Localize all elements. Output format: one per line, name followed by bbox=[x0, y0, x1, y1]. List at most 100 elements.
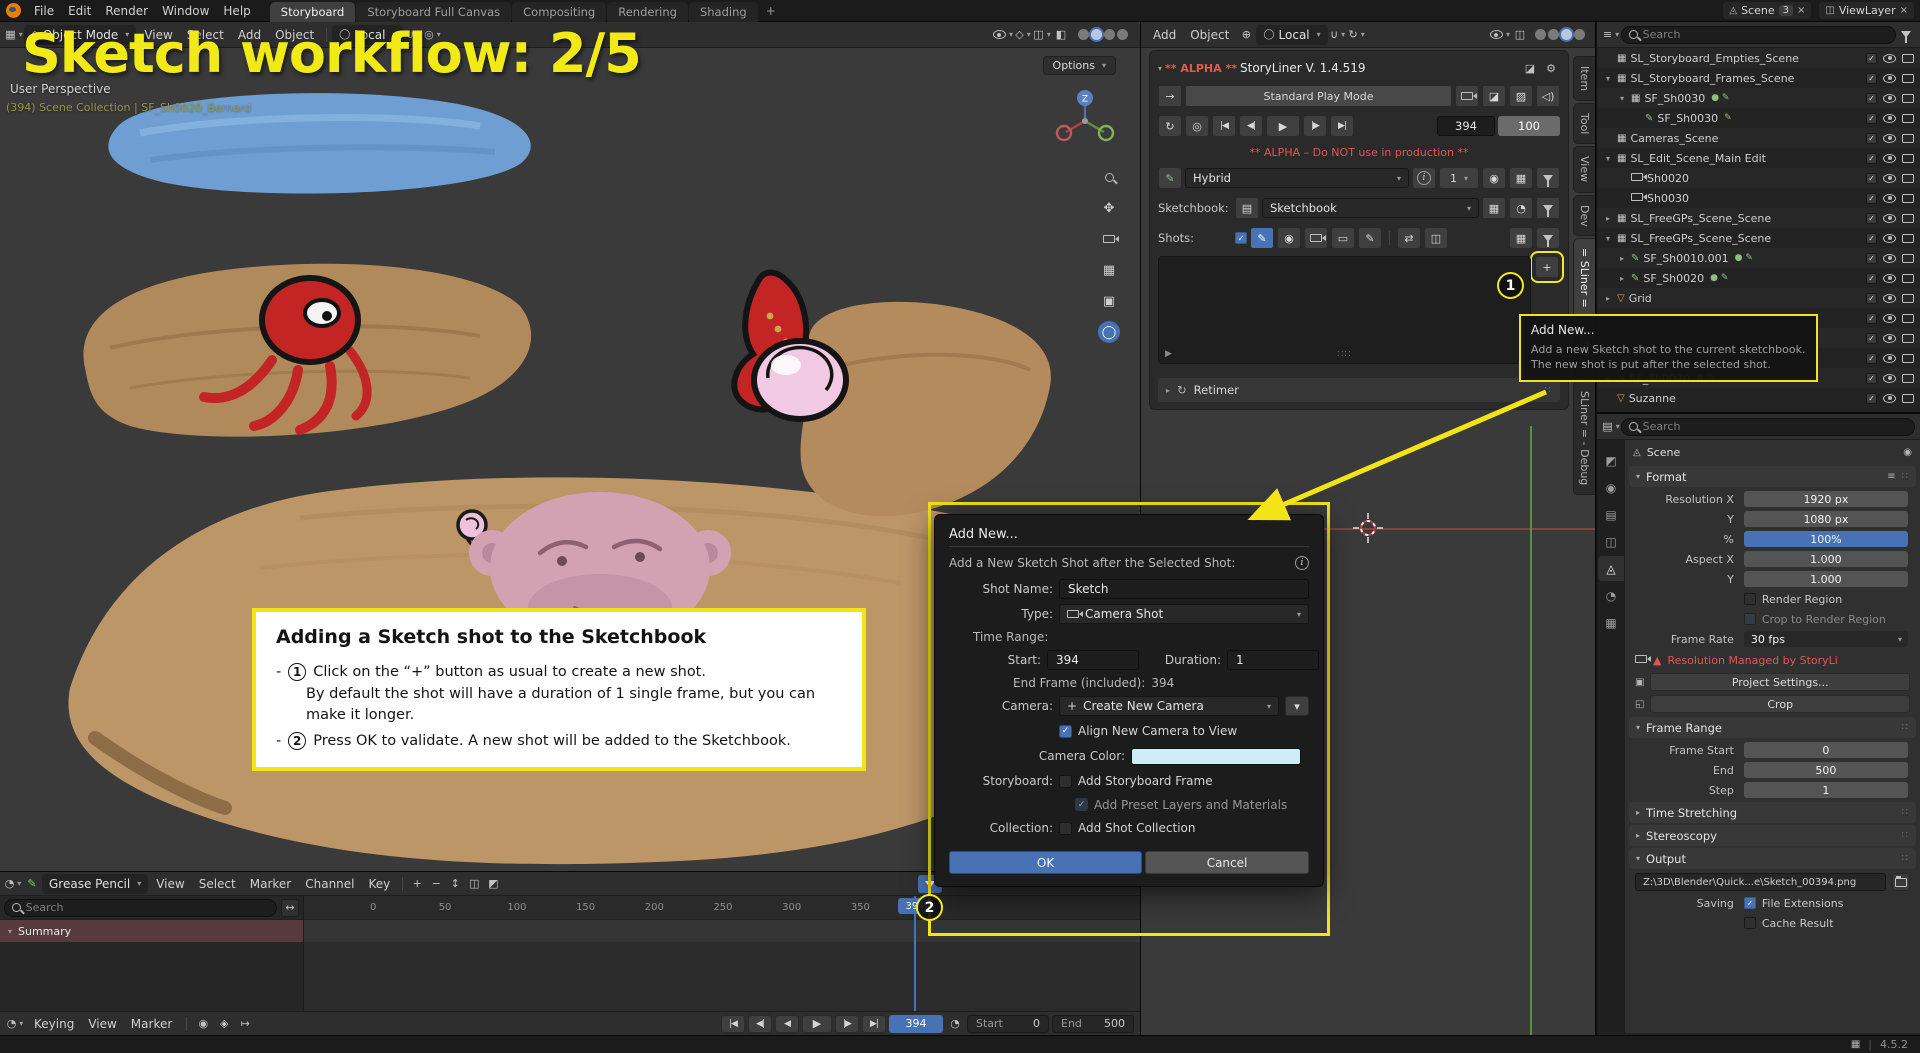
expand-toggle[interactable]: ▸ bbox=[1617, 254, 1627, 263]
hide-eye-toggle[interactable] bbox=[1883, 74, 1896, 83]
output-tab-icon[interactable]: ▤ bbox=[1598, 502, 1624, 527]
viewport-visibility-toggle[interactable] bbox=[1902, 74, 1914, 83]
selectable-checkbox[interactable] bbox=[1866, 113, 1877, 124]
menu-item[interactable]: Key bbox=[362, 876, 398, 892]
value-field[interactable]: 1.000 bbox=[1744, 571, 1908, 587]
dopesheet-mode-dropdown[interactable]: Grease Pencil▾ bbox=[42, 874, 148, 894]
xray-icon[interactable]: ◧ bbox=[1052, 26, 1070, 44]
overlays-icon[interactable]: ◫ bbox=[1511, 26, 1529, 44]
viewport-visibility-toggle[interactable] bbox=[1902, 354, 1914, 363]
selectable-checkbox[interactable] bbox=[1866, 273, 1877, 284]
search-input[interactable] bbox=[1643, 420, 1907, 433]
scene-selector[interactable]: ◬ Scene 3 × bbox=[1723, 2, 1811, 19]
crop-button[interactable]: Crop bbox=[1650, 695, 1910, 713]
next-keyframe-button[interactable]: |▶ bbox=[835, 1015, 859, 1033]
value-field[interactable]: 1080 px bbox=[1744, 511, 1908, 527]
pin-icon[interactable]: ◉ bbox=[1903, 447, 1912, 458]
swap-icon[interactable]: ⇄ bbox=[1397, 227, 1421, 249]
hide-eye-toggle[interactable] bbox=[1883, 194, 1896, 203]
workspace-tab[interactable]: Storyboard bbox=[270, 2, 356, 22]
annotate-tool-icon[interactable]: ◯ bbox=[1098, 321, 1120, 343]
outliner-row[interactable]: ▦Cameras_Scene bbox=[1597, 128, 1920, 148]
transform-icon[interactable]: ⊕ bbox=[1237, 26, 1255, 44]
viewport-visibility-toggle[interactable] bbox=[1902, 134, 1914, 143]
speaker-icon[interactable]: ◁) bbox=[1536, 85, 1560, 107]
wireframe-shading-icon[interactable] bbox=[1078, 29, 1089, 40]
menu-item[interactable]: Marker bbox=[243, 876, 298, 892]
camera-dropdown[interactable]: + Create New Camera ▾ bbox=[1059, 696, 1279, 716]
expand-toggle[interactable]: ▸ bbox=[1603, 294, 1613, 303]
sketchbook-dropdown[interactable]: Sketchbook▾ bbox=[1262, 198, 1479, 218]
selectable-checkbox[interactable] bbox=[1866, 293, 1877, 304]
menu-item[interactable]: Keying bbox=[27, 1016, 81, 1032]
outliner-row[interactable]: ✎SF_Sh0030✎ bbox=[1597, 108, 1920, 128]
hide-eye-toggle[interactable] bbox=[1883, 374, 1896, 383]
rendered-shading-icon[interactable] bbox=[1574, 29, 1585, 40]
layout-mode-dropdown[interactable]: Hybrid▾ bbox=[1185, 168, 1409, 188]
expand-toggle[interactable]: ▸ bbox=[1603, 214, 1613, 223]
current-frame-field[interactable]: 394 bbox=[889, 1015, 943, 1033]
snap-magnet-icon[interactable]: ∪▾ bbox=[1329, 26, 1347, 44]
clock-icon[interactable]: ◔ bbox=[1509, 197, 1533, 219]
hide-eye-toggle[interactable] bbox=[1883, 154, 1896, 163]
jump-start-button[interactable]: |◀ bbox=[721, 1015, 745, 1033]
viewport-visibility-toggle[interactable] bbox=[1902, 194, 1914, 203]
scene-tab-icon[interactable]: ◬ bbox=[1598, 556, 1624, 581]
prev-keyframe-button[interactable]: ◀| bbox=[748, 1015, 772, 1033]
outliner-row[interactable]: ▦SL_Storyboard_Empties_Scene bbox=[1597, 48, 1920, 68]
expand-toggle[interactable]: ▾ bbox=[1603, 74, 1613, 83]
channel-updown-icon[interactable]: ↕ bbox=[446, 875, 464, 893]
search-input[interactable] bbox=[26, 901, 269, 914]
overlays-icon[interactable]: ◫▾ bbox=[1033, 26, 1051, 44]
outliner-row[interactable]: ▾▦SL_FreeGPs_Scene_Scene bbox=[1597, 228, 1920, 248]
expand-toggle[interactable]: ▸ bbox=[1617, 274, 1627, 283]
camera-color-swatch[interactable] bbox=[1131, 748, 1301, 765]
grid-icon[interactable]: ▦ bbox=[1509, 227, 1533, 249]
preview-range-clock-icon[interactable]: ◔ bbox=[946, 1015, 964, 1033]
start-field[interactable]: 394 bbox=[1047, 650, 1139, 670]
info-icon[interactable]: i bbox=[1295, 556, 1309, 570]
selectable-checkbox[interactable] bbox=[1866, 373, 1877, 384]
workspace-tab[interactable]: Rendering bbox=[607, 2, 688, 22]
material-shading-icon[interactable] bbox=[1561, 29, 1572, 40]
value-field[interactable]: 500 bbox=[1744, 762, 1908, 778]
shots-list[interactable]: ▶ ∷∷ bbox=[1158, 256, 1531, 364]
hide-eye-toggle[interactable] bbox=[1883, 314, 1896, 323]
value-field[interactable]: 1 bbox=[1744, 782, 1908, 798]
next-keyframe-button[interactable]: |▶ bbox=[1303, 115, 1327, 137]
workspace-tab[interactable]: Compositing bbox=[512, 2, 606, 22]
wireframe-shading-icon[interactable] bbox=[1535, 29, 1546, 40]
settings-gear-icon[interactable]: ⚙ bbox=[1542, 59, 1560, 77]
menu-item[interactable]: Object bbox=[1183, 27, 1236, 43]
resize-grip[interactable]: ∷∷ bbox=[1337, 349, 1352, 360]
hide-eye-toggle[interactable] bbox=[1883, 234, 1896, 243]
menu-item[interactable]: View bbox=[81, 1016, 123, 1032]
camera-extra-button[interactable]: ▾ bbox=[1285, 696, 1309, 716]
rendered-shading-icon[interactable] bbox=[1117, 29, 1128, 40]
outliner-search[interactable] bbox=[1621, 26, 1896, 44]
hide-eye-toggle[interactable] bbox=[1883, 134, 1896, 143]
jump-end-button[interactable]: ▶| bbox=[862, 1015, 886, 1033]
outliner-row[interactable]: ▸▦SL_FreeGPs_Scene_Scene bbox=[1597, 208, 1920, 228]
hide-eye-toggle[interactable] bbox=[1883, 214, 1896, 223]
frame-icon[interactable]: ◫ bbox=[1424, 227, 1448, 249]
selectable-checkbox[interactable] bbox=[1866, 73, 1877, 84]
viewport-visibility-toggle[interactable] bbox=[1902, 154, 1914, 163]
loop-icon[interactable]: ↻ bbox=[1158, 115, 1182, 137]
selectable-checkbox[interactable] bbox=[1866, 353, 1877, 364]
menu-item[interactable]: Marker bbox=[124, 1016, 179, 1032]
viewport-visibility-toggle[interactable] bbox=[1902, 314, 1914, 323]
keying-set-icon[interactable]: ◈ bbox=[215, 1015, 233, 1033]
presets-icon[interactable]: ≡ bbox=[1887, 471, 1895, 482]
editor-type-icon[interactable]: ▤▾ bbox=[1602, 418, 1620, 436]
sidebar-tab[interactable]: Dev bbox=[1573, 195, 1595, 237]
jump-end-button[interactable]: ▶| bbox=[1330, 115, 1354, 137]
selectable-checkbox[interactable] bbox=[1866, 333, 1877, 344]
sync-range-icon[interactable]: ↔ bbox=[281, 899, 299, 917]
filter-funnel-icon[interactable] bbox=[1897, 26, 1915, 44]
checkbox[interactable] bbox=[1744, 613, 1756, 625]
fullscreen-icon[interactable]: ▣ bbox=[1098, 290, 1120, 312]
play-button[interactable]: ▶ bbox=[802, 1015, 832, 1033]
hide-eye-toggle[interactable] bbox=[1883, 334, 1896, 343]
jump-start-button[interactable]: |◀ bbox=[1212, 115, 1236, 137]
